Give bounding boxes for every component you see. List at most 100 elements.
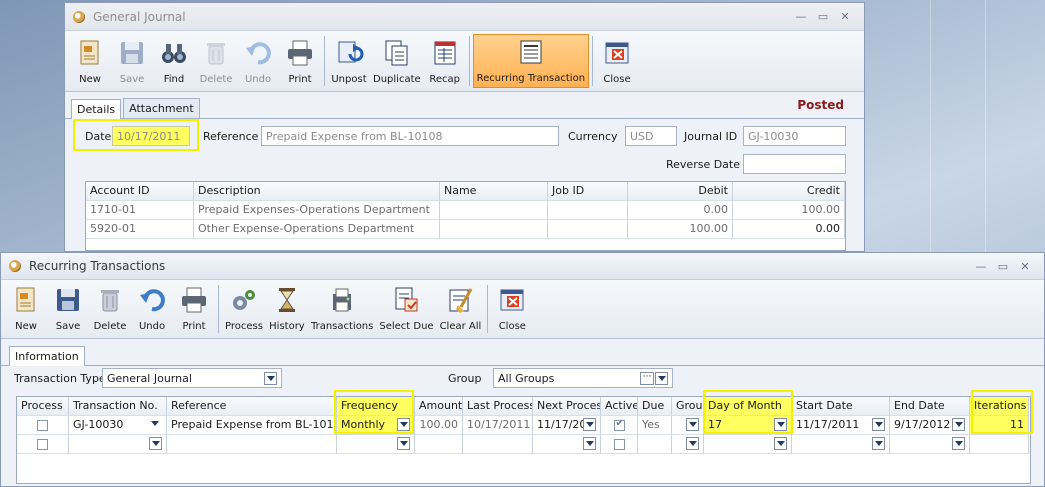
chevron-down-icon[interactable]	[397, 418, 410, 431]
column-header[interactable]: Iterations	[970, 397, 1029, 416]
close-button[interactable]: Close	[596, 34, 638, 88]
chevron-down-icon[interactable]	[872, 418, 885, 431]
column-header[interactable]: Reference	[167, 397, 337, 416]
cell-group[interactable]	[672, 416, 704, 435]
column-header[interactable]: Group	[672, 397, 704, 416]
empty-cell[interactable]	[890, 435, 970, 454]
table-row[interactable]: 1710-01 Prepaid Expenses-Operations Depar…	[86, 201, 845, 220]
checkbox[interactable]	[37, 438, 48, 450]
cell-transaction-no[interactable]: GJ-10030	[69, 416, 167, 435]
column-header[interactable]: Name	[440, 182, 548, 201]
duplicate-button[interactable]: Duplicate	[370, 34, 424, 88]
tab-information[interactable]: Information	[9, 346, 85, 366]
delete-button[interactable]: Delete	[89, 283, 131, 335]
find-button[interactable]: Find	[153, 34, 195, 88]
column-header[interactable]: Debit	[628, 182, 733, 201]
undo-button[interactable]: Undo	[131, 283, 173, 335]
chevron-down-icon[interactable]	[774, 418, 787, 431]
chevron-down-icon[interactable]	[583, 418, 596, 431]
clear-all-button[interactable]: Clear All	[437, 283, 485, 335]
date-field[interactable]: 10/17/2011	[112, 126, 190, 146]
cell-amount[interactable]: 100.00	[415, 416, 463, 435]
select-due-button[interactable]: Select Due	[376, 283, 436, 335]
chevron-down-icon[interactable]	[149, 437, 162, 450]
table-row[interactable]: 5920-01 Other Expense-Operations Departme…	[86, 220, 845, 239]
empty-cell[interactable]	[69, 435, 167, 454]
chevron-down-icon[interactable]	[655, 372, 668, 385]
column-header[interactable]: Credit	[733, 182, 845, 201]
undo-button[interactable]: Undo	[237, 34, 279, 88]
empty-cell[interactable]	[167, 435, 337, 454]
ellipsis-icon[interactable]: ···	[640, 372, 654, 385]
empty-cell[interactable]	[463, 435, 533, 454]
print-button[interactable]: Print	[173, 283, 215, 335]
new-row[interactable]	[17, 435, 1030, 454]
empty-cell[interactable]	[638, 435, 672, 454]
journal-id-field[interactable]: GJ-10030	[743, 126, 846, 146]
chevron-down-icon[interactable]	[264, 372, 277, 385]
delete-button[interactable]: Delete	[195, 34, 237, 88]
tab-details[interactable]: Details	[71, 99, 122, 119]
column-header[interactable]: Amount	[415, 397, 463, 416]
process-button[interactable]: Process	[222, 283, 266, 335]
maximize-icon[interactable]: ▭	[992, 260, 1014, 273]
column-header[interactable]: Start Date	[792, 397, 890, 416]
cell-iterations[interactable]: 11	[970, 416, 1029, 435]
cell-next-process[interactable]: 11/17/201	[533, 416, 601, 435]
chevron-down-icon[interactable]	[952, 418, 965, 431]
chevron-down-icon[interactable]	[149, 418, 162, 431]
column-header[interactable]: Last Process	[463, 397, 533, 416]
tab-attachment[interactable]: Attachment	[123, 98, 200, 118]
unpost-button[interactable]: Unpost	[328, 34, 370, 88]
table-row[interactable]: GJ-10030 Prepaid Expense from BL-10108 Mon…	[17, 416, 1030, 435]
chevron-down-icon[interactable]	[872, 437, 885, 450]
chevron-down-icon[interactable]	[686, 437, 699, 450]
cell-active[interactable]	[601, 416, 638, 435]
close-icon[interactable]: ✕	[834, 10, 856, 23]
column-header[interactable]: Account ID	[86, 182, 194, 201]
empty-cell[interactable]	[970, 435, 1029, 454]
empty-cell[interactable]	[337, 435, 415, 454]
chevron-down-icon[interactable]	[686, 418, 699, 431]
empty-cell[interactable]	[533, 435, 601, 454]
cell-process[interactable]	[17, 416, 69, 435]
cell-last-process[interactable]: 10/17/2011	[463, 416, 533, 435]
reverse-date-field[interactable]	[743, 154, 846, 174]
empty-cell[interactable]	[17, 435, 69, 454]
transactions-button[interactable]: Transactions	[308, 283, 376, 335]
empty-cell[interactable]	[415, 435, 463, 454]
column-header[interactable]: Process	[17, 397, 69, 416]
new-button[interactable]: New	[5, 283, 47, 335]
empty-cell[interactable]	[672, 435, 704, 454]
column-header[interactable]: Next Process	[533, 397, 601, 416]
chevron-down-icon[interactable]	[583, 437, 596, 450]
column-header[interactable]: Description	[194, 182, 440, 201]
checkbox[interactable]	[613, 438, 625, 450]
chevron-down-icon[interactable]	[952, 437, 965, 450]
print-button[interactable]: Print	[279, 34, 321, 88]
column-header[interactable]: Frequency	[337, 397, 415, 416]
group-select[interactable]: All Groups ···	[493, 368, 673, 388]
minimize-icon[interactable]: —	[790, 10, 812, 23]
column-header[interactable]: Due	[638, 397, 672, 416]
column-header[interactable]: Job ID	[548, 182, 628, 201]
column-header[interactable]: Day of Month	[704, 397, 792, 416]
cell-end-date[interactable]: 9/17/2012	[890, 416, 970, 435]
save-button[interactable]: Save	[47, 283, 89, 335]
currency-field[interactable]: USD	[625, 126, 677, 146]
close-icon[interactable]: ✕	[1014, 260, 1036, 273]
new-button[interactable]: New	[69, 34, 111, 88]
cell-frequency[interactable]: Monthly	[337, 416, 415, 435]
empty-cell[interactable]	[792, 435, 890, 454]
maximize-icon[interactable]: ▭	[812, 10, 834, 23]
recap-button[interactable]: Recap	[424, 34, 466, 88]
chevron-down-icon[interactable]	[397, 437, 410, 450]
cell-start-date[interactable]: 11/17/2011	[792, 416, 890, 435]
process-checkbox[interactable]	[37, 419, 48, 431]
empty-cell[interactable]	[704, 435, 792, 454]
active-checkbox[interactable]	[613, 418, 625, 431]
cell-due[interactable]: Yes	[638, 416, 672, 435]
cell-reference[interactable]: Prepaid Expense from BL-10108	[167, 416, 337, 435]
column-header[interactable]: End Date	[890, 397, 970, 416]
cell-day-of-month[interactable]: 17	[704, 416, 792, 435]
